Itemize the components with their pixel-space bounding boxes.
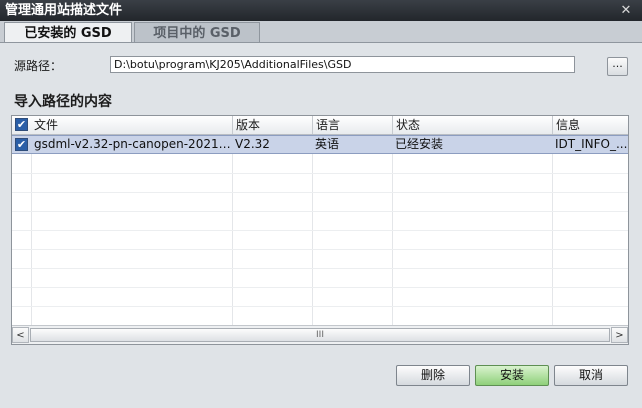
install-button[interactable]: 安装	[475, 365, 549, 386]
column-header-language[interactable]: 语言	[312, 116, 392, 134]
column-header-status[interactable]: 状态	[392, 116, 552, 134]
row-divider	[12, 230, 628, 231]
delete-button[interactable]: 删除	[396, 365, 470, 386]
row-checkbox[interactable]: ✔	[15, 138, 28, 151]
cell-version: V2.32	[235, 137, 270, 151]
source-path-label: 源路径：	[14, 59, 63, 73]
select-all-checkbox[interactable]: ✔	[15, 118, 28, 131]
cell-status: 已经安装	[395, 137, 444, 151]
close-icon[interactable]: ✕	[618, 3, 634, 18]
column-header-info[interactable]: 信息	[552, 116, 628, 134]
row-divider	[12, 249, 628, 250]
window-title: 管理通用站描述文件	[5, 3, 123, 18]
tab-content-panel: 源路径： ... 导入路径的内容 ✔ 文件 版本 语言 状态 信息 ✔ gsdm…	[0, 43, 642, 408]
tab-installed-gsd[interactable]: 已安装的 GSD	[4, 22, 132, 43]
source-path-field[interactable]	[110, 56, 575, 73]
horizontal-scrollbar[interactable]: < III >	[12, 325, 628, 344]
scroll-left-icon[interactable]: <	[12, 327, 29, 343]
column-header-file[interactable]: 文件	[31, 116, 232, 134]
cell-file: gsdml-v2.32-pn-canopen-202111...	[34, 137, 232, 151]
import-content-heading: 导入路径的内容	[14, 94, 112, 110]
gsd-manager-window: 管理通用站描述文件 ✕ 已安装的 GSD 项目中的 GSD 源路径： ... 导…	[0, 0, 642, 408]
row-divider	[12, 268, 628, 269]
title-bar: 管理通用站描述文件 ✕	[0, 0, 642, 21]
row-divider	[12, 211, 628, 212]
cell-info: IDT_INFO_...	[555, 137, 628, 151]
scroll-right-icon[interactable]: >	[611, 327, 628, 343]
gsd-file-table: ✔ 文件 版本 语言 状态 信息 ✔ gsdml-v2.32-pn-canope…	[11, 115, 629, 345]
row-divider	[12, 287, 628, 288]
cancel-button[interactable]: 取消	[554, 365, 628, 386]
cell-language: 英语	[315, 137, 340, 151]
scroll-thumb[interactable]: III	[30, 328, 610, 342]
browse-button[interactable]: ...	[607, 57, 628, 76]
column-header-version[interactable]: 版本	[232, 116, 312, 134]
row-divider	[12, 192, 628, 193]
table-row[interactable]: ✔ gsdml-v2.32-pn-canopen-202111... V2.32…	[12, 135, 628, 154]
tab-bar: 已安装的 GSD 项目中的 GSD	[0, 21, 642, 43]
row-divider	[12, 306, 628, 307]
table-header: ✔ 文件 版本 语言 状态 信息	[12, 116, 628, 135]
tab-project-gsd[interactable]: 项目中的 GSD	[134, 22, 260, 43]
row-divider	[12, 173, 628, 174]
